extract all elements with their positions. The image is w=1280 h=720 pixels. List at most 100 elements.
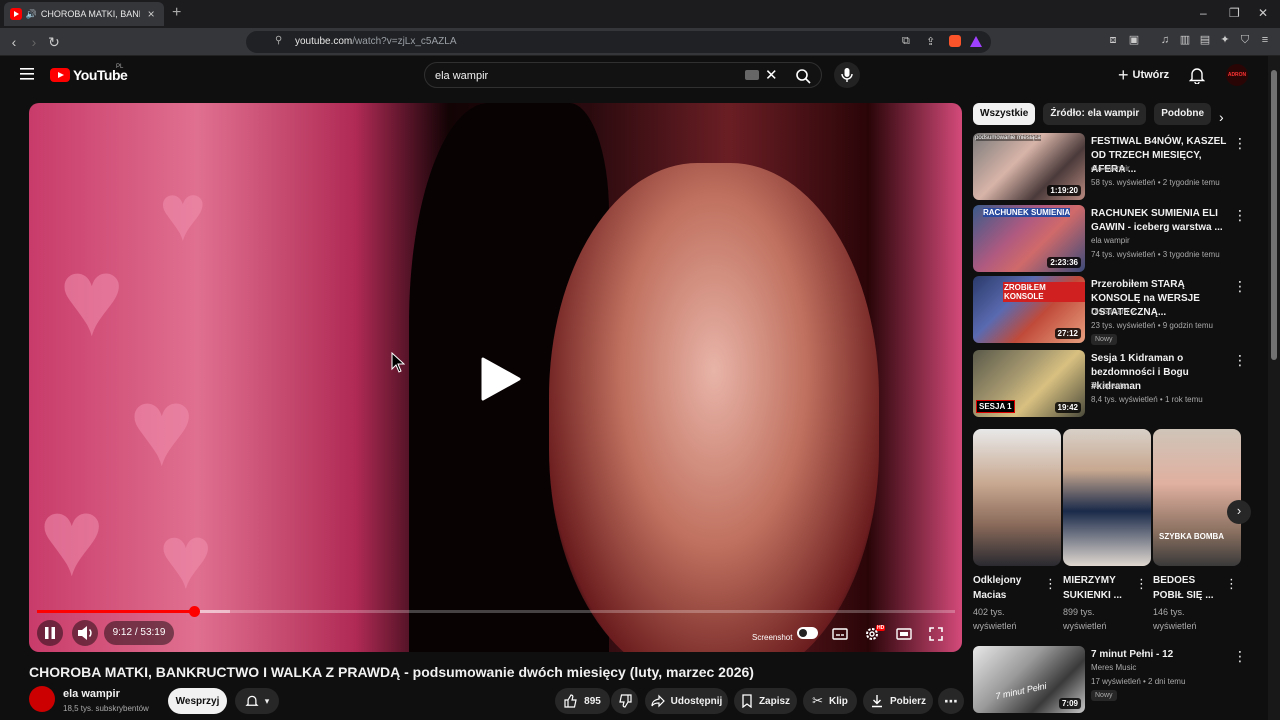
- short-thumbnail[interactable]: SZYBKA BOMBA: [1153, 429, 1241, 566]
- music-icon[interactable]: ♫: [1159, 34, 1171, 46]
- new-tab-icon[interactable]: +: [172, 4, 181, 22]
- account-avatar[interactable]: ADRON: [1226, 64, 1248, 86]
- chips-next-icon[interactable]: ›: [1219, 109, 1224, 125]
- short-thumbnail[interactable]: [973, 429, 1061, 566]
- rewards-icon[interactable]: [970, 36, 982, 47]
- notifications-button[interactable]: ▾: [235, 688, 279, 714]
- site-info-icon[interactable]: ⚲: [275, 35, 282, 46]
- recommendation-item[interactable]: podsumowanie miesiąca 1:19:20 FESTIWAL B…: [973, 133, 1263, 201]
- more-options-icon[interactable]: ⋮: [1135, 576, 1148, 592]
- bell-icon: [245, 695, 259, 706]
- recommendation-meta: 8,4 tys. wyświetleń • 1 rok temu: [1091, 395, 1203, 404]
- short-thumbnail[interactable]: [1063, 429, 1151, 566]
- bell-icon[interactable]: [1189, 66, 1205, 84]
- youtube-logo[interactable]: YouTube PL: [50, 64, 128, 83]
- maximize-icon[interactable]: ❐: [1229, 6, 1240, 20]
- reload-icon[interactable]: ↻: [46, 34, 62, 50]
- recommendation-channel: ela wampir: [1091, 236, 1130, 245]
- short-title[interactable]: BEDOES POBIŁ SIĘ ...: [1153, 573, 1227, 603]
- dislike-button[interactable]: [611, 688, 638, 714]
- channel-name[interactable]: ela wampir: [63, 688, 120, 700]
- duration-badge: 2:23:36: [1047, 257, 1081, 268]
- brave-shield-icon[interactable]: [949, 35, 961, 47]
- open-in-app-icon[interactable]: ⧉: [902, 35, 910, 48]
- search-box[interactable]: ela wampir ✕: [424, 62, 822, 88]
- more-options-icon[interactable]: ⋮: [1233, 207, 1247, 224]
- share-button[interactable]: Udostępnij: [645, 688, 728, 714]
- wallet-icon[interactable]: ▤: [1199, 34, 1211, 46]
- leo-icon[interactable]: ✦: [1219, 34, 1231, 46]
- page-scrollbar[interactable]: [1268, 56, 1280, 720]
- support-button[interactable]: Wesprzyj: [168, 688, 227, 714]
- time-display: 9:12 / 53:19: [104, 621, 174, 645]
- recommendation-item[interactable]: RACHUNEK SUMIENIA 2:23:36 RACHUNEK SUMIE…: [973, 205, 1263, 273]
- video-thumbnail: ZROBIŁEM KONSOLE 27:12: [973, 276, 1085, 343]
- shorts-next-button[interactable]: ›: [1227, 500, 1251, 524]
- short-views: 402 tys. wyświetleń: [973, 607, 1017, 631]
- subtitles-icon[interactable]: [831, 625, 849, 643]
- progress-bar[interactable]: [37, 606, 955, 617]
- clear-search-icon[interactable]: ✕: [765, 66, 778, 84]
- mute-button[interactable]: [72, 620, 98, 646]
- url-field[interactable]: ⚲ youtube.com/watch?v=zjLx_c5AZLA ⧉ ⇪: [246, 31, 991, 53]
- chip-related[interactable]: Podobne: [1154, 103, 1212, 125]
- like-button[interactable]: 895: [555, 688, 610, 714]
- share-page-icon[interactable]: ⇪: [926, 35, 935, 48]
- autoplay-toggle[interactable]: [797, 627, 818, 639]
- more-options-icon[interactable]: ⋮: [1233, 135, 1247, 152]
- create-button[interactable]: + Utwórz: [1118, 64, 1169, 86]
- menu-icon[interactable]: [20, 68, 34, 80]
- save-button[interactable]: Zapisz: [734, 688, 797, 714]
- video-title: CHOROBA MATKI, BANKRUCTWO I WALKA Z PRAW…: [29, 664, 754, 680]
- audio-icon[interactable]: 🔊: [26, 9, 37, 20]
- duration-badge: 19:42: [1054, 402, 1081, 413]
- sidebar-icon[interactable]: ▥: [1179, 34, 1191, 46]
- browser-tab[interactable]: 🔊 CHOROBA MATKI, BANKRUCT ×: [4, 2, 164, 26]
- more-options-icon[interactable]: ⋮: [1233, 648, 1247, 665]
- back-icon[interactable]: ‹: [6, 34, 22, 50]
- chip-all[interactable]: Wszystkie: [973, 103, 1036, 125]
- recommendation-meta: 74 tys. wyświetleń • 3 tygodnie temu: [1091, 250, 1220, 259]
- more-options-icon[interactable]: ⋮: [1233, 278, 1247, 295]
- recommendation-title: 7 minut Pełni - 12: [1091, 649, 1174, 660]
- tab-close-icon[interactable]: ×: [144, 7, 158, 21]
- youtube-logo-icon: [50, 68, 70, 82]
- channel-avatar[interactable]: [29, 686, 55, 712]
- theater-mode-icon[interactable]: [895, 625, 913, 643]
- youtube-favicon-icon: [10, 8, 22, 20]
- video-thumbnail: SESJA 1 19:42: [973, 350, 1085, 417]
- short-title[interactable]: MIERZYMY SUKIENKI ...: [1063, 573, 1137, 603]
- scrollbar-thumb[interactable]: [1271, 70, 1277, 360]
- duration-badge: 27:12: [1054, 328, 1081, 339]
- recommendation-item[interactable]: ZROBIŁEM KONSOLE 27:12 Przerobiłem STARĄ…: [973, 276, 1263, 345]
- more-actions-button[interactable]: ⋯: [938, 688, 964, 714]
- play-icon[interactable]: [481, 357, 521, 401]
- search-input[interactable]: ela wampir: [435, 70, 488, 82]
- support-label: Wesprzyj: [175, 695, 220, 707]
- browser-tab-bar: 🔊 CHOROBA MATKI, BANKRUCT × + – ❐ ✕: [0, 0, 1280, 28]
- url-text: youtube.com/watch?v=zjLx_c5AZLA: [295, 36, 456, 47]
- minimize-icon[interactable]: –: [1200, 6, 1207, 20]
- extensions-icon[interactable]: ⧈: [1107, 34, 1119, 46]
- clip-button[interactable]: ✂ Klip: [803, 688, 857, 714]
- thumbnail-text: SESJA 1: [976, 400, 1015, 413]
- keyboard-icon[interactable]: [745, 70, 759, 80]
- more-options-icon[interactable]: ⋮: [1233, 352, 1247, 369]
- download-button[interactable]: Pobierz: [863, 688, 933, 714]
- pause-button[interactable]: [37, 620, 63, 646]
- fullscreen-icon[interactable]: [927, 625, 945, 643]
- recommendation-item[interactable]: 7 minut Pełni 7:09 7 minut Pełni - 12 Me…: [973, 646, 1263, 714]
- window-close-icon[interactable]: ✕: [1258, 6, 1268, 20]
- short-title[interactable]: Odklejony Macias: [973, 573, 1047, 603]
- search-icon[interactable]: [795, 68, 811, 84]
- forward-icon[interactable]: ›: [26, 34, 42, 50]
- more-options-icon[interactable]: ⋮: [1044, 576, 1057, 592]
- pause-icon: [45, 627, 55, 639]
- mic-button[interactable]: [834, 62, 860, 88]
- vpn-icon[interactable]: ⛉: [1239, 34, 1251, 46]
- more-options-icon[interactable]: ⋮: [1225, 576, 1238, 592]
- browser-menu-icon[interactable]: ≡: [1259, 34, 1271, 46]
- chip-source[interactable]: Źródło: ela wampir: [1043, 103, 1147, 125]
- recommendation-item[interactable]: SESJA 1 19:42 Sesja 1 Kidraman o bezdomn…: [973, 350, 1263, 418]
- screenshot-ext-icon[interactable]: ▣: [1128, 34, 1140, 46]
